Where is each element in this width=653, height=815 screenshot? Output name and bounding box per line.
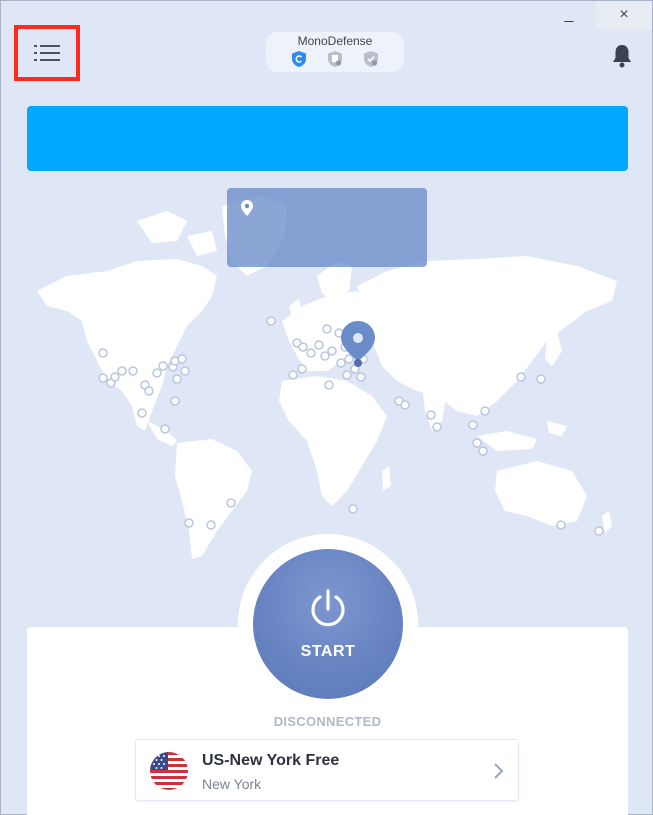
shield-check-icon[interactable]: [362, 50, 380, 68]
us-flag-icon: [150, 752, 188, 790]
power-icon: [311, 589, 345, 627]
start-label: START: [300, 643, 356, 660]
shield-vpn-icon[interactable]: [290, 50, 308, 68]
start-button[interactable]: START: [253, 549, 403, 699]
server-selector[interactable]: US-New York Free New York: [135, 739, 519, 801]
bell-icon[interactable]: [610, 43, 634, 69]
shield-doc-icon[interactable]: [326, 50, 344, 68]
location-card: [227, 188, 427, 267]
menu-button[interactable]: [14, 25, 80, 81]
product-switcher: MonoDefense: [266, 32, 404, 72]
promo-banner[interactable]: [27, 106, 628, 171]
map-pin-icon: [241, 200, 253, 216]
server-name: US-New York Free: [202, 752, 340, 769]
chevron-right-icon: [494, 763, 504, 779]
window-controls: _ ×: [542, 1, 652, 29]
connection-status: DISCONNECTED: [273, 714, 382, 729]
minimize-button[interactable]: _: [542, 1, 596, 29]
product-title: MonoDefense: [297, 34, 373, 48]
server-city: New York: [202, 776, 262, 792]
hamburger-menu-icon: [34, 45, 60, 61]
app-window: _ × MonoDefense START DISCONNECTED US-Ne…: [0, 0, 653, 815]
close-button[interactable]: ×: [596, 1, 652, 29]
